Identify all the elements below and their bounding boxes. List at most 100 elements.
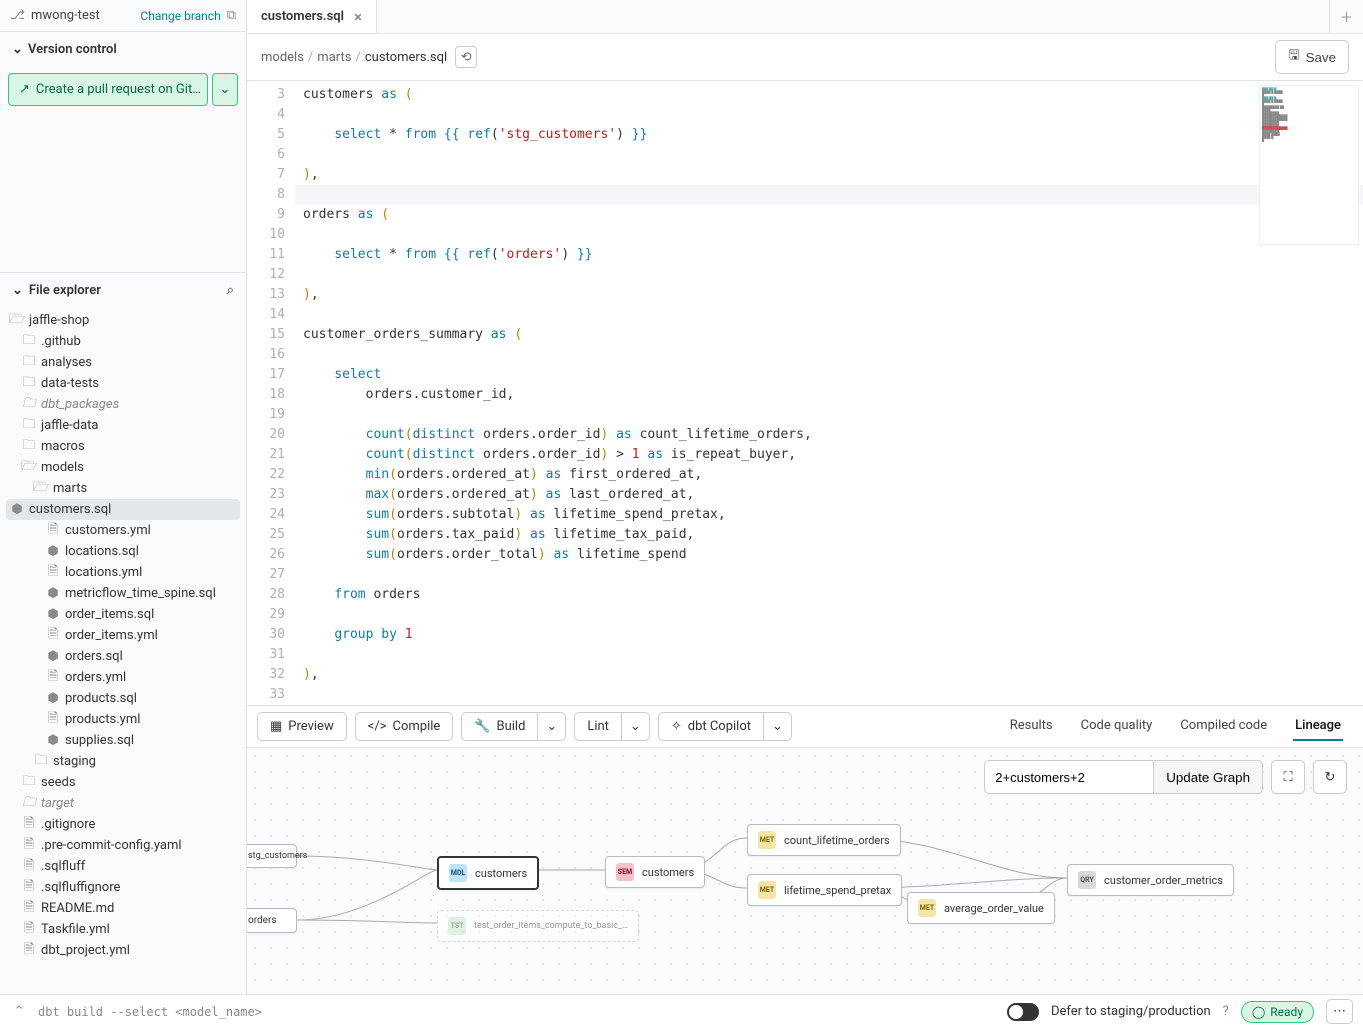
more-icon[interactable]: ⋯	[1326, 999, 1353, 1024]
code-editor[interactable]: 3456789101112131415161718192021222324252…	[247, 81, 1363, 705]
tree-item--github[interactable]: 🗀.github	[0, 331, 246, 352]
tab-code-quality[interactable]: Code quality	[1079, 712, 1155, 741]
tree-item--sqlfluffignore[interactable]: 🗎.sqlfluffignore	[0, 877, 246, 898]
lint-button[interactable]: Lint	[574, 712, 622, 741]
chevron-down-icon: ⌄	[12, 42, 22, 57]
tree-item-order-items-yml[interactable]: 🗎order_items.yml	[0, 625, 246, 646]
tree-item--pre-commit-config-yaml[interactable]: 🗎.pre-commit-config.yaml	[0, 835, 246, 856]
refresh-icon[interactable]: ⟲	[455, 46, 477, 68]
node-average-order-value[interactable]: METaverage_order_value	[907, 892, 1055, 924]
tree-item-data-tests[interactable]: 🗀data-tests	[0, 373, 246, 394]
node-customer-order-metrics[interactable]: QRYcustomer_order_metrics	[1067, 864, 1234, 896]
tree-item-orders-sql[interactable]: ⬢orders.sql	[0, 646, 246, 667]
node-orders-src[interactable]: orders	[247, 908, 297, 933]
tree-item-orders-yml[interactable]: 🗎orders.yml	[0, 667, 246, 688]
tree-item-models[interactable]: 🗁models	[0, 457, 246, 478]
tree-item-label: jaffle-data	[41, 418, 99, 433]
branch-name: mwong-test	[31, 8, 134, 23]
tree-item-staging[interactable]: 🗀staging	[0, 751, 246, 772]
create-pr-button[interactable]: ↗ Create a pull request on Git…	[8, 73, 208, 106]
search-icon[interactable]: ⌕	[227, 283, 234, 298]
footer-bar: ⌃ dbt build --select <model_name> Defer …	[0, 994, 1363, 1028]
build-dropdown[interactable]: ⌄	[538, 712, 566, 741]
chevron-up-icon[interactable]: ⌃	[10, 1004, 28, 1019]
folder-icon: 🗀	[22, 419, 36, 433]
code-icon: </>	[368, 719, 387, 734]
node-customers-semantic[interactable]: SEMcustomers	[605, 856, 705, 888]
tree-item-customers-yml[interactable]: 🗎customers.yml	[0, 520, 246, 541]
tree-item-metricflow-time-spine-sql[interactable]: ⬢metricflow_time_spine.sql	[0, 583, 246, 604]
tab-bar: customers.sql × ＋	[247, 0, 1363, 34]
folder-open-icon: 🗁	[10, 314, 24, 328]
lint-dropdown[interactable]: ⌄	[622, 712, 650, 741]
tree-item--sqlfluff[interactable]: 🗎.sqlfluff	[0, 856, 246, 877]
breadcrumb: models/marts/customers.sql	[261, 50, 447, 65]
change-branch-link[interactable]: Change branch	[140, 9, 220, 23]
file-explorer-section[interactable]: ⌄ File explorer ⌕	[0, 272, 246, 308]
refresh-icon[interactable]: ↻	[1313, 760, 1347, 794]
chevron-down-icon: ⌄	[12, 283, 23, 298]
help-icon[interactable]: ?	[1223, 1004, 1229, 1019]
lineage-graph[interactable]: Update Graph ⛶ ↻ stg_customers orders MD…	[247, 748, 1363, 1028]
tree-item-readme-md[interactable]: 🗎README.md	[0, 898, 246, 919]
tree-item-macros[interactable]: 🗀macros	[0, 436, 246, 457]
create-pr-dropdown[interactable]: ⌄	[212, 73, 238, 106]
tree-item-marts[interactable]: 🗁marts	[0, 478, 246, 499]
cube-icon: ⬢	[46, 692, 60, 706]
lineage-selector-input[interactable]	[984, 760, 1154, 794]
update-graph-button[interactable]: Update Graph	[1154, 760, 1263, 794]
compile-button[interactable]: </>Compile	[355, 712, 454, 741]
close-icon[interactable]: ×	[354, 8, 362, 26]
tree-item-dbt-project-yml[interactable]: 🗎dbt_project.yml	[0, 940, 246, 961]
table-icon: ▦	[270, 719, 282, 734]
tree-item-label: orders.yml	[65, 670, 126, 685]
node-count-lifetime-orders[interactable]: METcount_lifetime_orders	[747, 824, 901, 856]
tree-item-locations-sql[interactable]: ⬢locations.sql	[0, 541, 246, 562]
tree-item-order-items-sql[interactable]: ⬢order_items.sql	[0, 604, 246, 625]
tree-item-supplies-sql[interactable]: ⬢supplies.sql	[0, 730, 246, 751]
wrench-icon: 🔧	[474, 719, 490, 734]
tab-customers-sql[interactable]: customers.sql ×	[247, 0, 377, 33]
defer-toggle[interactable]	[1007, 1003, 1039, 1021]
version-control-section[interactable]: ⌄ Version control	[0, 32, 246, 67]
tree-item-products-sql[interactable]: ⬢products.sql	[0, 688, 246, 709]
chevron-down-icon: ⌄	[772, 719, 783, 734]
copilot-button[interactable]: ✧dbt Copilot	[658, 712, 764, 741]
node-test-order-items[interactable]: TSTtest_order_items_compute_to_basic_…	[437, 910, 639, 942]
tree-item-taskfile-yml[interactable]: 🗎Taskfile.yml	[0, 919, 246, 940]
tree-item-analyses[interactable]: 🗀analyses	[0, 352, 246, 373]
tree-item-jaffle-data[interactable]: 🗀 jaffle-data	[0, 415, 246, 436]
cube-icon: ⬢	[10, 503, 24, 517]
copilot-dropdown[interactable]: ⌄	[764, 712, 792, 741]
node-lifetime-spend-pretax[interactable]: METlifetime_spend_pretax	[747, 874, 902, 906]
tree-item-label: .gitignore	[41, 817, 95, 832]
tree-item-customers-sql[interactable]: ⬢customers.sql	[6, 499, 240, 520]
tree-item-seeds[interactable]: 🗀seeds	[0, 772, 246, 793]
tree-item-target[interactable]: 🗀target	[0, 793, 246, 814]
file-icon: 🗎	[22, 818, 36, 832]
node-customers-model[interactable]: MDLcustomers	[437, 856, 539, 890]
met-badge: MET	[758, 881, 776, 899]
defer-label: Defer to staging/production	[1051, 1004, 1211, 1019]
tree-item-dbt-packages[interactable]: 🗀dbt_packages	[0, 394, 246, 415]
copy-icon[interactable]: ⧉	[227, 8, 236, 23]
tree-item-label: seeds	[41, 775, 76, 790]
preview-button[interactable]: ▦Preview	[257, 712, 347, 741]
tree-item-label: locations.sql	[65, 544, 139, 559]
save-button[interactable]: 🖫 Save	[1275, 40, 1349, 74]
minimap[interactable]: ███ ██ █ ████ █ ████████ ██ █ ████ █ ███…	[1259, 85, 1359, 245]
tree-item-jaffle-shop[interactable]: 🗁jaffle-shop	[0, 310, 246, 331]
tree-item-label: target	[41, 796, 74, 811]
status-ready: ◯ Ready	[1241, 1001, 1314, 1023]
command-input[interactable]: dbt build --select <model_name>	[38, 1005, 997, 1019]
tab-lineage[interactable]: Lineage	[1293, 712, 1343, 741]
node-stg-customers[interactable]: stg_customers	[247, 844, 297, 868]
fullscreen-icon[interactable]: ⛶	[1271, 760, 1305, 794]
build-button[interactable]: 🔧Build	[461, 712, 538, 741]
tree-item-locations-yml[interactable]: 🗎locations.yml	[0, 562, 246, 583]
tab-results[interactable]: Results	[1008, 712, 1055, 741]
tree-item--gitignore[interactable]: 🗎 .gitignore	[0, 814, 246, 835]
tree-item-products-yml[interactable]: 🗎products.yml	[0, 709, 246, 730]
add-tab-button[interactable]: ＋	[1329, 0, 1363, 33]
tab-compiled-code[interactable]: Compiled code	[1178, 712, 1269, 741]
